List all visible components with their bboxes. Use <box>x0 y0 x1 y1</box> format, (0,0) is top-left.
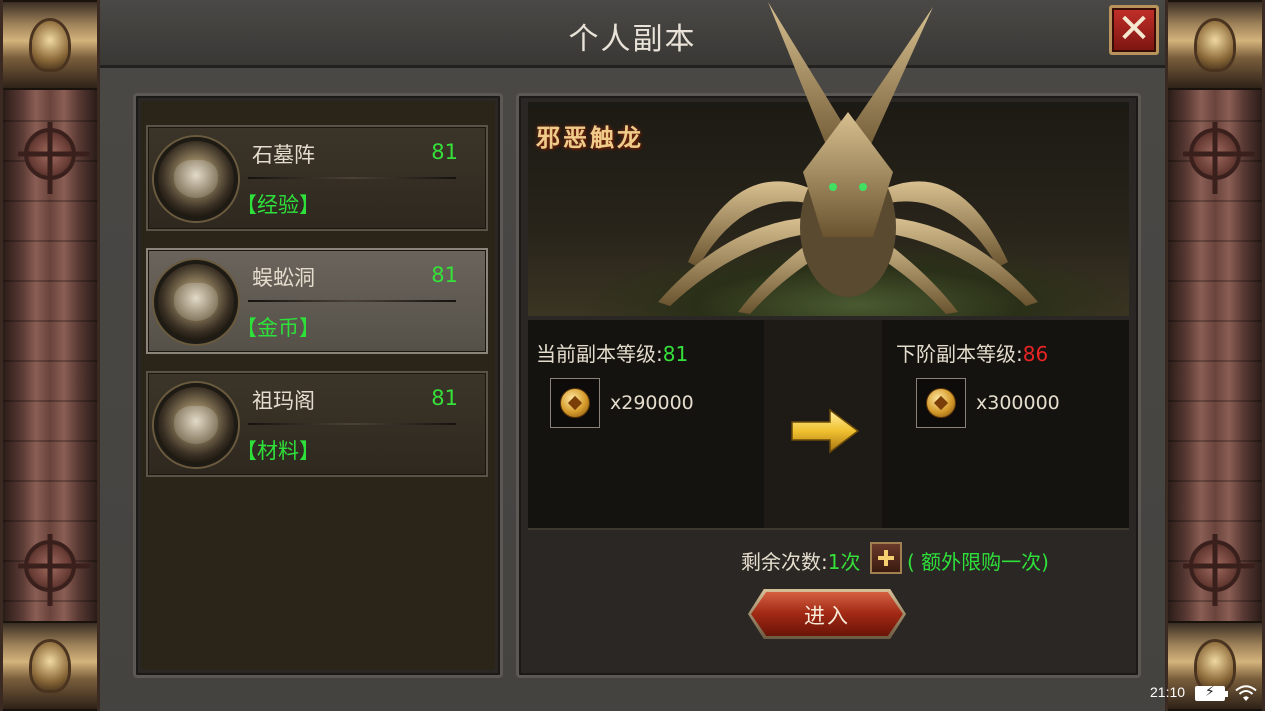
current-level-value: 81 <box>662 342 689 366</box>
remaining-label: 剩余次数: <box>741 550 828 574</box>
dungeon-level: 81 <box>431 263 458 287</box>
boar-skull-icon <box>154 137 238 221</box>
next-cost-slot[interactable] <box>916 378 966 428</box>
dungeon-reward-tag: 【材料】 <box>236 439 320 463</box>
dungeon-item-zuma-pavilion[interactable]: 祖玛阁 81 【材料】 <box>146 371 488 477</box>
zuma-statue-icon <box>154 383 238 467</box>
extra-purchase-note: ( 额外限购一次) <box>907 550 1049 574</box>
next-level-label: 下阶副本等级:86 <box>896 342 1049 366</box>
boss-banner: 邪恶触龙 <box>528 2 1129 316</box>
dungeon-list-panel: 石墓阵 81 【经验】 蜈蚣洞 81 【金币】 祖玛阁 81 【材料】 <box>133 93 503 678</box>
left-ornamental-pillar <box>0 0 100 711</box>
pillar-cross-ornament <box>1189 540 1241 592</box>
level-info-area: 当前副本等级:81 x290000 下阶副本等级:86 x300000 <box>528 320 1129 530</box>
pillar-cap-bottom <box>3 621 97 711</box>
dungeon-level: 81 <box>431 386 458 410</box>
pillar-cap-top <box>3 0 97 90</box>
arrow-right-icon <box>791 408 860 454</box>
pillar-cross-ornament <box>24 540 76 592</box>
dungeon-item-centipede-cave[interactable]: 蜈蚣洞 81 【金币】 <box>146 248 488 354</box>
buy-extra-attempt-button[interactable] <box>870 542 902 574</box>
current-level-label: 当前副本等级:81 <box>536 342 689 366</box>
close-icon: ✕ <box>1117 6 1151 52</box>
dungeon-window: 个人副本 ✕ 石墓阵 81 【经验】 蜈蚣洞 81 【金币】 祖玛阁 81 【材… <box>100 0 1165 711</box>
remaining-count: 1次 <box>827 550 861 574</box>
close-button[interactable]: ✕ <box>1109 5 1159 55</box>
dungeon-item-stone-tomb[interactable]: 石墓阵 81 【经验】 <box>146 125 488 231</box>
dungeon-level: 81 <box>431 140 458 164</box>
next-level-section: 下阶副本等级:86 x300000 <box>882 320 1129 528</box>
current-level-section: 当前副本等级:81 x290000 <box>528 320 764 528</box>
next-cost-amount: x300000 <box>976 392 1060 414</box>
remaining-attempts: 剩余次数:1次 <box>741 546 860 575</box>
next-level-value: 86 <box>1022 342 1049 366</box>
dungeon-reward-tag: 【经验】 <box>236 193 320 217</box>
centipede-icon <box>154 260 238 344</box>
boss-dragon-image <box>658 2 1038 314</box>
current-cost-slot[interactable] <box>550 378 600 428</box>
wifi-icon <box>1235 685 1257 701</box>
right-ornamental-pillar <box>1165 0 1265 711</box>
boss-name: 邪恶触龙 <box>536 123 644 152</box>
clock: 21:10 <box>1150 684 1186 700</box>
divider <box>528 528 1129 530</box>
battery-charging-icon: ⚡ <box>1195 684 1228 701</box>
dungeon-reward-tag: 【金币】 <box>236 316 320 340</box>
pillar-cap-top <box>1168 0 1262 90</box>
pillar-cross-ornament <box>1189 128 1241 180</box>
gold-coin-icon <box>560 388 590 418</box>
dungeon-name: 祖玛阁 <box>252 389 315 413</box>
pillar-cross-ornament <box>24 128 76 180</box>
divider <box>248 423 456 425</box>
gold-coin-icon <box>926 388 956 418</box>
dungeon-list: 石墓阵 81 【经验】 蜈蚣洞 81 【金币】 祖玛阁 81 【材料】 <box>141 101 495 670</box>
divider <box>248 177 456 179</box>
divider <box>248 300 456 302</box>
enter-dungeon-button[interactable]: 进入 <box>748 589 906 639</box>
dungeon-name: 蜈蚣洞 <box>252 266 315 290</box>
arrow-section <box>764 320 882 528</box>
dungeon-detail-panel: 邪恶触龙 当前副本等级:81 x290000 下阶副本等级:86 x300000… <box>516 2 1141 678</box>
current-cost-amount: x290000 <box>610 392 694 414</box>
enter-button-label: 进入 <box>804 604 850 628</box>
dungeon-name: 石墓阵 <box>252 143 315 167</box>
